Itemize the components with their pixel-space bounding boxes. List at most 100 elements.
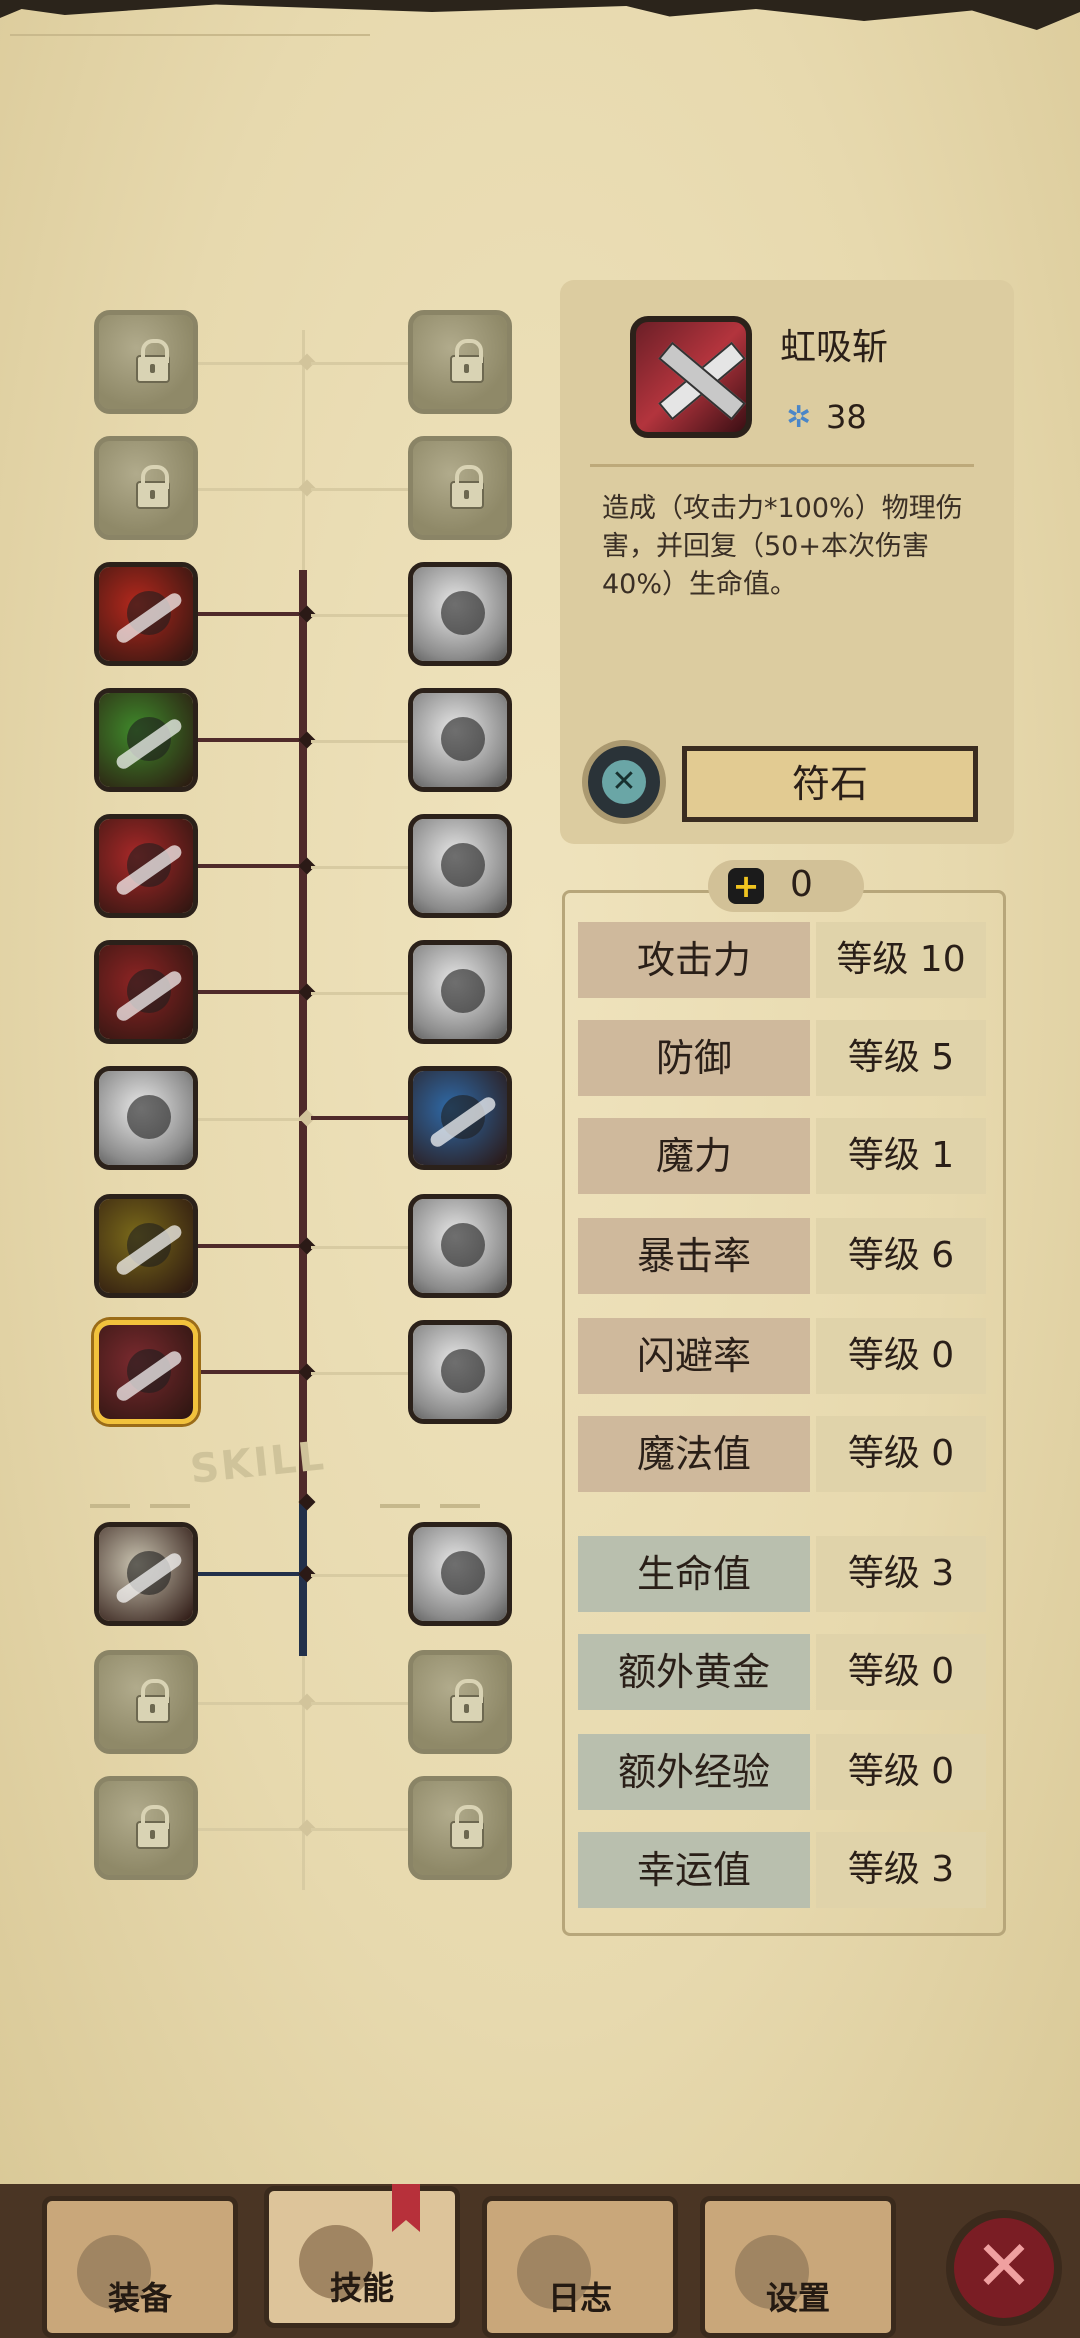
- tab-label: 日志: [547, 2279, 612, 2317]
- stat-row: 生命值 等级 3: [578, 1536, 986, 1612]
- right-skill-10[interactable]: [408, 1522, 512, 1626]
- lock-icon: [450, 1679, 484, 1723]
- left-skill-3[interactable]: [94, 562, 198, 666]
- stat-row: 额外黄金 等级 0: [578, 1634, 986, 1710]
- ghost-branch: [311, 1246, 408, 1249]
- ghost-branch: [311, 740, 408, 743]
- lock-icon: [136, 339, 170, 383]
- section-divider-dash: [440, 1504, 480, 1508]
- right-skill-7[interactable]: [408, 1066, 512, 1170]
- stat-row: 防御 等级 5: [578, 1020, 986, 1096]
- stat-row: 魔法值 等级 0: [578, 1416, 986, 1492]
- stat-name: 魔力: [578, 1118, 810, 1194]
- stat-row: 暴击率 等级 6: [578, 1218, 986, 1294]
- lock-icon: [450, 465, 484, 509]
- close-icon[interactable]: ✕: [946, 2210, 1062, 2326]
- detail-divider: [590, 464, 974, 467]
- right-skill-9[interactable]: [408, 1320, 512, 1424]
- stat-name: 额外经验: [578, 1734, 810, 1810]
- ghost-branch: [311, 1828, 408, 1831]
- stat-level[interactable]: 等级 0: [816, 1318, 986, 1394]
- stat-level[interactable]: 等级 3: [816, 1832, 986, 1908]
- tab-journal[interactable]: 日志: [482, 2196, 678, 2338]
- rune-icon: ✕: [602, 760, 646, 804]
- stat-row: 幸运值 等级 3: [578, 1832, 986, 1908]
- skill-cost: 38: [826, 398, 867, 436]
- stat-name: 闪避率: [578, 1318, 810, 1394]
- stat-level[interactable]: 等级 0: [816, 1416, 986, 1492]
- ghost-branch: [198, 1118, 303, 1121]
- tab-label: 设置: [765, 2279, 830, 2317]
- right-skill-2: [408, 436, 512, 540]
- gear-cost-icon: ✲: [786, 400, 812, 435]
- right-skill-12: [408, 1776, 512, 1880]
- left-skill-2: [94, 436, 198, 540]
- ghost-branch: [198, 1828, 303, 1831]
- left-skill-1: [94, 310, 198, 414]
- tree-branch: [198, 864, 303, 868]
- skill-name: 虹吸斩: [780, 327, 889, 368]
- tab-label: 技能: [329, 2269, 394, 2307]
- skill-points: 0: [790, 864, 813, 905]
- stat-name: 防御: [578, 1020, 810, 1096]
- tab-skill-ring[interactable]: 技能: [264, 2186, 460, 2328]
- right-skill-3[interactable]: [408, 562, 512, 666]
- stat-level[interactable]: 等级 0: [816, 1734, 986, 1810]
- stat-name: 魔法值: [578, 1416, 810, 1492]
- left-skill-5[interactable]: [94, 814, 198, 918]
- stat-name: 幸运值: [578, 1832, 810, 1908]
- stat-level[interactable]: 等级 0: [816, 1634, 986, 1710]
- ghost-branch: [311, 1574, 408, 1577]
- left-skill-12: [94, 1776, 198, 1880]
- left-skill-7[interactable]: [94, 1066, 198, 1170]
- stat-level[interactable]: 等级 6: [816, 1218, 986, 1294]
- section-divider-dash: [150, 1504, 190, 1508]
- tree-branch: [198, 1244, 303, 1248]
- section-divider-dash: [90, 1504, 130, 1508]
- tree-branch: [311, 1116, 408, 1120]
- ghost-branch: [311, 488, 408, 491]
- stat-row: 额外经验 等级 0: [578, 1734, 986, 1810]
- stat-level[interactable]: 等级 5: [816, 1020, 986, 1096]
- tree-branch: [198, 612, 303, 616]
- stat-level[interactable]: 等级 3: [816, 1536, 986, 1612]
- section-divider-dash: [380, 1504, 420, 1508]
- left-skill-8[interactable]: [94, 1194, 198, 1298]
- left-skill-10[interactable]: [94, 1522, 198, 1626]
- tree-branch: [198, 738, 303, 742]
- left-skill-4[interactable]: [94, 688, 198, 792]
- left-skill-9[interactable]: [94, 1320, 198, 1424]
- ghost-branch: [311, 1372, 408, 1375]
- stat-level[interactable]: 等级 10: [816, 922, 986, 998]
- tab-label: 装备: [107, 2279, 172, 2317]
- left-skill-11: [94, 1650, 198, 1754]
- ghost-branch: [198, 362, 303, 365]
- stat-name: 生命值: [578, 1536, 810, 1612]
- ghost-branch: [311, 362, 408, 365]
- tree-branch: [198, 990, 303, 994]
- selected-skill-icon: [630, 316, 752, 438]
- stat-row: 闪避率 等级 0: [578, 1318, 986, 1394]
- stat-level[interactable]: 等级 1: [816, 1118, 986, 1194]
- right-skill-4[interactable]: [408, 688, 512, 792]
- stat-name: 攻击力: [578, 922, 810, 998]
- lock-icon: [136, 1805, 170, 1849]
- skill-description: 造成（攻击力*100%）物理伤害，并回复（50+本次伤害40%）生命值。: [602, 493, 963, 600]
- tree-branch: [198, 1572, 303, 1576]
- stat-name: 额外黄金: [578, 1634, 810, 1710]
- scratch-line: [10, 34, 370, 36]
- rune-slot-button[interactable]: ✕: [582, 740, 666, 824]
- lock-icon: [450, 339, 484, 383]
- right-skill-8[interactable]: [408, 1194, 512, 1298]
- ghost-branch: [311, 992, 408, 995]
- ghost-branch: [198, 1702, 303, 1705]
- ghost-branch: [311, 614, 408, 617]
- left-skill-6[interactable]: [94, 940, 198, 1044]
- right-skill-6[interactable]: [408, 940, 512, 1044]
- tab-gear[interactable]: 设置: [700, 2196, 896, 2338]
- rune-button[interactable]: 符石: [682, 746, 978, 822]
- tab-axe[interactable]: 装备: [42, 2196, 238, 2338]
- right-skill-5[interactable]: [408, 814, 512, 918]
- right-skill-11: [408, 1650, 512, 1754]
- tree-branch: [198, 1370, 303, 1374]
